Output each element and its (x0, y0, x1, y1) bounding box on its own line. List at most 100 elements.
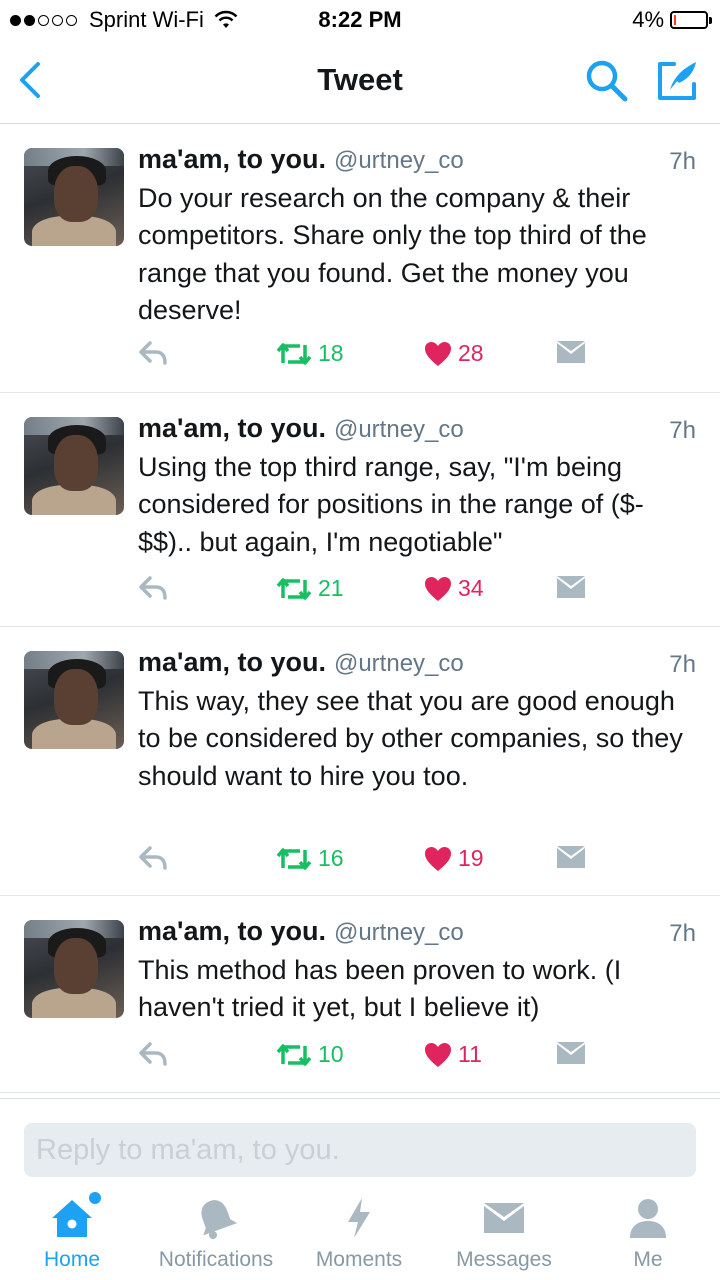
tab-moments[interactable]: Moments (306, 1190, 412, 1280)
retweet-button[interactable]: 18 (276, 340, 344, 367)
battery-icon (670, 11, 712, 29)
tweet-thread: ma'am, to you. @urtney_co 7h Do your rese… (0, 124, 720, 1093)
compose-button[interactable] (654, 58, 700, 104)
envelope-icon (557, 576, 585, 598)
compose-icon (658, 62, 696, 100)
reply-icon (139, 576, 167, 600)
direct-message-button[interactable] (556, 845, 586, 869)
like-count: 19 (458, 845, 484, 871)
tab-home[interactable]: Home (20, 1190, 124, 1280)
tweet[interactable]: ma'am, to you. @urtney_co 7h This way, th… (0, 627, 720, 896)
author-name[interactable]: ma'am, to you. (138, 413, 326, 443)
like-button[interactable]: 19 (424, 845, 484, 872)
battery-status: 4% (632, 7, 712, 33)
retweet-count: 10 (318, 1041, 344, 1067)
reply-button[interactable] (138, 845, 168, 871)
heart-icon (425, 576, 451, 601)
envelope-icon (557, 846, 585, 868)
tweet-text: This method has been proven to work. (I … (138, 955, 622, 1023)
like-count: 28 (458, 340, 484, 366)
heart-icon (425, 341, 451, 366)
reply-input[interactable] (24, 1123, 696, 1177)
reply-button[interactable] (138, 340, 168, 366)
author-handle[interactable]: @urtney_co (334, 416, 464, 443)
like-button[interactable]: 11 (424, 1041, 482, 1068)
tab-notifications[interactable]: Notifications (146, 1190, 286, 1280)
status-bar: Sprint Wi-Fi 8:22 PM 4% (0, 0, 720, 40)
author-name[interactable]: ma'am, to you. (138, 647, 326, 677)
clock: 8:22 PM (318, 7, 402, 32)
envelope-icon (484, 1203, 524, 1233)
direct-message-button[interactable] (556, 575, 586, 599)
heart-icon (425, 1042, 451, 1067)
tweet-actions: 16 19 (138, 845, 698, 879)
like-count: 11 (458, 1041, 482, 1067)
retweet-icon (276, 577, 312, 600)
author-handle[interactable]: @urtney_co (334, 147, 464, 174)
tweet-header: ma'am, to you. @urtney_co 7h (138, 647, 696, 681)
retweet-button[interactable]: 10 (276, 1041, 344, 1068)
tweet-actions: 21 34 (138, 575, 698, 609)
navigation-bar: Tweet (0, 40, 720, 124)
retweet-button[interactable]: 16 (276, 845, 344, 872)
like-count: 34 (458, 575, 484, 601)
tab-label: Me (633, 1248, 663, 1271)
retweet-button[interactable]: 21 (276, 575, 344, 602)
direct-message-button[interactable] (556, 340, 586, 364)
retweet-count: 21 (318, 575, 344, 601)
home-icon (52, 1200, 92, 1237)
tab-messages[interactable]: Messages (446, 1190, 562, 1280)
tweet-time: 7h (669, 148, 696, 175)
author-name[interactable]: ma'am, to you. (138, 916, 326, 946)
bell-icon (201, 1200, 238, 1239)
tweet[interactable]: ma'am, to you. @urtney_co 7h Using the to… (0, 393, 720, 627)
search-icon (586, 60, 628, 102)
tweet[interactable]: ma'am, to you. @urtney_co 7h Do your rese… (0, 124, 720, 393)
reply-bar (0, 1098, 720, 1190)
tab-label: Moments (315, 1248, 403, 1271)
author-handle[interactable]: @urtney_co (334, 650, 464, 677)
retweet-count: 18 (318, 340, 344, 366)
author-handle[interactable]: @urtney_co (334, 919, 464, 946)
reply-button[interactable] (138, 575, 168, 601)
retweet-icon (276, 847, 312, 870)
battery-percent: 4% (632, 7, 664, 32)
tweet-text: This way, they see that you are good eno… (138, 686, 683, 791)
like-button[interactable]: 28 (424, 340, 484, 367)
person-icon (630, 1199, 666, 1238)
heart-icon (425, 846, 451, 871)
lightning-icon (348, 1198, 370, 1238)
tweet-text: Do your research on the company & their … (138, 183, 647, 325)
search-button[interactable] (584, 58, 630, 104)
reply-icon (139, 341, 167, 365)
tweet-time: 7h (669, 920, 696, 947)
tweet-header: ma'am, to you. @urtney_co 7h (138, 144, 696, 178)
tab-label: Messages (456, 1248, 552, 1271)
avatar[interactable] (24, 920, 124, 1018)
retweet-icon (276, 1043, 312, 1066)
tab-bar: Home Notifications Moments Messages Me (0, 1190, 720, 1280)
avatar[interactable] (24, 148, 124, 246)
envelope-icon (557, 341, 585, 363)
tweet-actions: 18 28 (138, 340, 698, 374)
author-name[interactable]: ma'am, to you. (138, 144, 326, 174)
reply-icon (139, 846, 167, 870)
tweet-actions: 10 11 (138, 1041, 698, 1075)
tweet-time: 7h (669, 417, 696, 444)
tweet-header: ma'am, to you. @urtney_co 7h (138, 916, 696, 950)
avatar[interactable] (24, 417, 124, 515)
tweet-text: Using the top third range, say, "I'm bei… (138, 452, 644, 557)
unread-dot (89, 1192, 101, 1204)
tab-me[interactable]: Me (604, 1190, 692, 1280)
tab-label: Home (43, 1248, 101, 1271)
envelope-icon (557, 1042, 585, 1064)
reply-icon (139, 1042, 167, 1066)
like-button[interactable]: 34 (424, 575, 484, 602)
tweet[interactable]: ma'am, to you. @urtney_co 7h This method … (0, 896, 720, 1093)
reply-button[interactable] (138, 1041, 168, 1067)
avatar[interactable] (24, 651, 124, 749)
direct-message-button[interactable] (556, 1041, 586, 1065)
retweet-icon (276, 342, 312, 365)
tweet-header: ma'am, to you. @urtney_co 7h (138, 413, 696, 447)
retweet-count: 16 (318, 845, 344, 871)
